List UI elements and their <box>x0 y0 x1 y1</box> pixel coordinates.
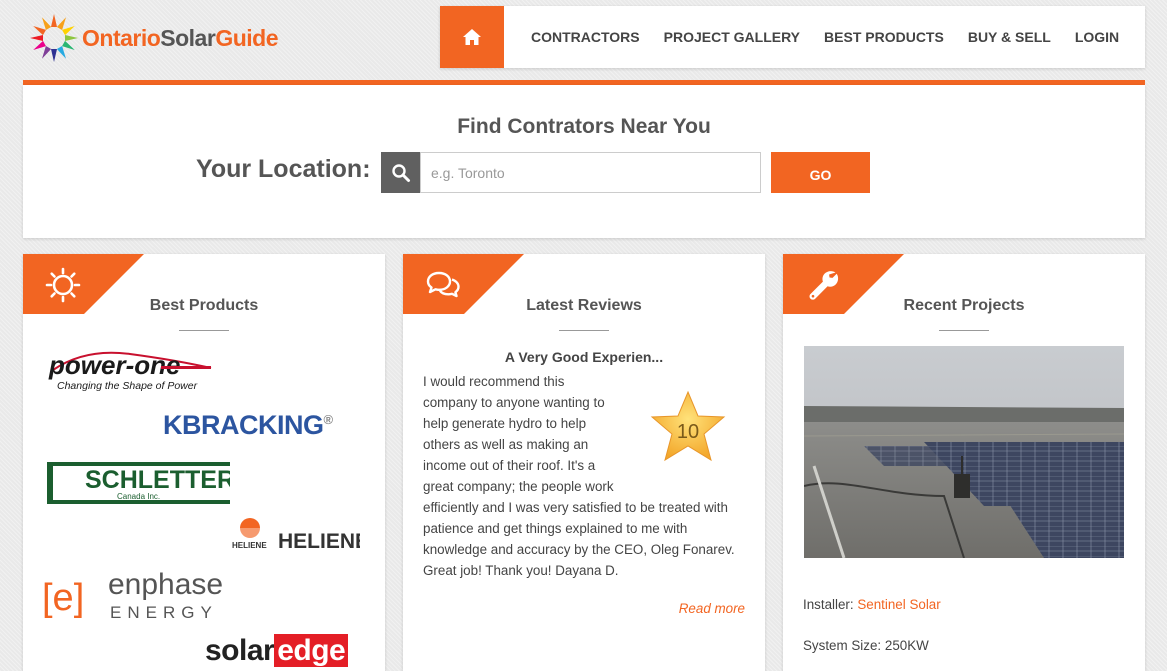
nav-home-button[interactable] <box>440 6 504 68</box>
installer-line: Installer: Sentinel Solar <box>803 597 941 612</box>
system-size-value: 250KW <box>884 638 929 653</box>
enphase-logo[interactable]: [e] enphase ENERGY <box>42 568 257 622</box>
review-title[interactable]: A Very Good Experien... <box>423 349 745 365</box>
enphase-wordmark: enphase <box>108 570 223 601</box>
review-line: income out of their roof. It's a <box>423 458 596 473</box>
system-size-label: System Size: <box>803 638 882 653</box>
power-one-logo[interactable]: power-one Changing the Shape of Power <box>45 344 215 396</box>
review-line: company to anyone wanting to <box>423 395 605 410</box>
best-products-card: Best Products power-one Changing the Sha… <box>23 254 385 671</box>
schletter-sub: Canada Inc. <box>117 492 160 501</box>
brand-part-1: Ontario <box>82 24 161 51</box>
installer-label: Installer: <box>803 597 854 612</box>
sunburst-logo-icon <box>30 14 78 62</box>
nav-buy-sell[interactable]: BUY & SELL <box>968 29 1051 45</box>
contractor-search-panel: Find Contrators Near You Your Location: … <box>23 85 1145 238</box>
location-label: Your Location: <box>196 155 371 183</box>
title-underline <box>179 330 229 331</box>
search-icon <box>392 163 410 182</box>
system-size-line: System Size: 250KW <box>803 638 929 653</box>
site-name: OntarioSolarGuide <box>82 25 278 52</box>
recent-projects-card: Recent Projects Installer: Sentinel Sola… <box>783 254 1145 671</box>
review-line: help generate hydro to help <box>423 416 587 431</box>
go-button[interactable]: GO <box>771 152 870 193</box>
schletter-logo[interactable]: SCHLETTER Canada Inc. <box>43 458 235 508</box>
brand-part-3: Guide <box>215 24 278 51</box>
nav-contractors[interactable]: CONTRACTORS <box>531 29 640 45</box>
home-icon <box>463 29 481 45</box>
site-logo[interactable]: OntarioSolarGuide <box>28 12 288 64</box>
logo-ray <box>62 40 75 50</box>
search-title: Find Contrators Near You <box>457 115 711 138</box>
brand-part-2: Solar <box>160 24 216 51</box>
heliene-small-text: HELIENE <box>232 541 267 550</box>
registered-mark-icon: ® <box>323 412 334 427</box>
read-more-link[interactable]: Read more <box>679 601 745 616</box>
latest-reviews-card: Latest Reviews A Very Good Experien... 1… <box>403 254 765 671</box>
review-line: I would recommend this <box>423 374 565 389</box>
title-underline <box>939 330 989 331</box>
solaredge-wordmark-a: solar <box>205 634 275 667</box>
kb-racking-wordmark: KBRACKING <box>163 410 324 440</box>
power-one-tagline: Changing the Shape of Power <box>57 380 198 392</box>
title-underline <box>559 330 609 331</box>
logo-ray <box>33 40 46 50</box>
nav-login[interactable]: LOGIN <box>1075 29 1119 45</box>
power-one-wordmark: power-one <box>48 350 180 380</box>
logo-ray <box>56 17 66 30</box>
logo-ray <box>42 46 52 59</box>
enphase-bracket-mark: [e] <box>42 577 84 619</box>
logo-ray <box>56 46 66 59</box>
enphase-sub: ENERGY <box>110 603 218 622</box>
heliene-logo[interactable]: HELIENE HELIENE <box>230 514 369 564</box>
project-photo[interactable] <box>804 346 1124 558</box>
logo-ray <box>33 26 46 36</box>
logo-ray <box>65 35 78 41</box>
review-line: others as well as making an <box>423 437 589 452</box>
logo-ray <box>30 35 43 41</box>
logo-ray <box>51 14 57 27</box>
card-title: Latest Reviews <box>526 297 642 314</box>
location-input[interactable] <box>420 152 761 193</box>
card-title: Recent Projects <box>903 297 1025 314</box>
schletter-wordmark: SCHLETTER <box>85 466 230 494</box>
logo-ray <box>62 26 75 36</box>
heliene-wordmark: HELIENE <box>278 530 360 553</box>
review-line: great company; the people work <box>423 479 614 494</box>
review-body: I would recommend this company to anyone… <box>423 371 741 581</box>
logo-ray <box>51 49 57 62</box>
logo-ray <box>42 17 52 30</box>
nav-best-products[interactable]: BEST PRODUCTS <box>824 29 944 45</box>
kb-racking-logo[interactable]: KBRACKING® <box>163 410 333 441</box>
search-icon-box <box>381 152 421 193</box>
solaredge-logo[interactable]: solar edge <box>205 634 349 668</box>
review-line: efficiently and I was very satisfied to … <box>423 500 735 578</box>
installer-link[interactable]: Sentinel Solar <box>857 597 940 612</box>
main-nav: CONTRACTORS PROJECT GALLERY BEST PRODUCT… <box>440 6 1145 68</box>
nav-project-gallery[interactable]: PROJECT GALLERY <box>664 29 800 45</box>
solaredge-wordmark-b: edge <box>274 634 349 667</box>
card-title: Best Products <box>149 297 259 314</box>
